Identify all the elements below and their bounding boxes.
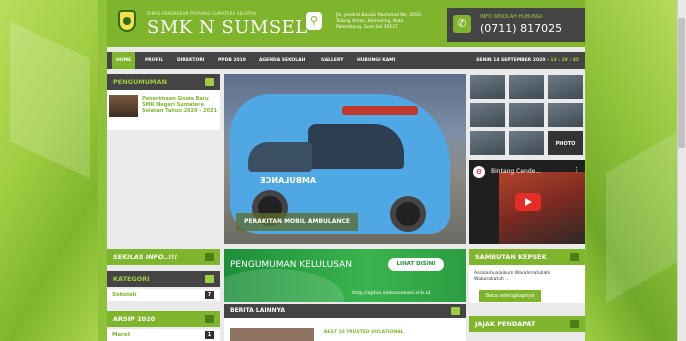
gallery-thumb[interactable]	[508, 74, 545, 100]
scrollbar[interactable]	[677, 0, 686, 341]
kategori-title: KATEGORI	[113, 275, 150, 283]
kelulusan-banner[interactable]: PENGUMUMAN KELULUSAN LIHAT DISINI http:/…	[224, 249, 466, 302]
school-logo-icon[interactable]	[118, 10, 136, 32]
sambutan-text: Assalamualaikum Warahmatullahi Wabarakat…	[474, 271, 551, 282]
image-slider[interactable]: AMBULANCE PERAKITAN MOBIL AMBULANCE	[224, 74, 466, 244]
scrollbar-thumb[interactable]	[678, 18, 685, 148]
kelulusan-title: PENGUMUMAN KELULUSAN	[230, 260, 352, 270]
header: DINAS PENDIDIKAN PROVINSI SUMATERA SELAT…	[107, 0, 585, 47]
school-name[interactable]: SMK N SUMSEL	[147, 17, 308, 38]
nav-item-hubungi[interactable]: HUBUNGI KAMI	[357, 52, 395, 69]
background-right	[586, 0, 686, 341]
berita-header: BERITA LAINNYA	[224, 304, 466, 318]
gallery-thumb[interactable]	[469, 130, 506, 156]
info-contact-box: ✆ INFO SEKOLAH HUBUNGI (0711) 817025	[447, 8, 585, 42]
announcement-icon	[205, 78, 214, 86]
arsip-item[interactable]: Maret 1	[107, 329, 220, 341]
van-windshield	[248, 142, 312, 172]
gallery-thumb[interactable]	[469, 102, 506, 128]
channel-logo-icon[interactable]: ⚙	[473, 166, 485, 178]
poll-icon	[570, 320, 579, 328]
play-icon[interactable]	[515, 193, 541, 211]
nav-item-agenda[interactable]: AGENDA SEKOLAH	[259, 52, 305, 69]
ambulance-label: AMBULANCE	[260, 176, 317, 185]
nav-item-ppdb[interactable]: PPDB 2019	[218, 52, 246, 69]
arsip-title: ARSIP 2020	[113, 315, 156, 323]
sekilas-title: SEKILAS INFO..!!!	[113, 253, 178, 261]
clock-time: 13 : 29 : 45	[550, 58, 579, 63]
announcement-thumbnail[interactable]	[109, 95, 138, 117]
siren-lightbar	[342, 106, 418, 115]
kategori-count: 7	[205, 291, 214, 299]
info-title: INFO SEKOLAH HUBUNGI	[480, 14, 543, 20]
info-icon	[205, 253, 214, 261]
video-menu-icon[interactable]: ⋮	[573, 166, 580, 174]
berita-item-title[interactable]: BEST 10 TRUSTED VOCATIONAL	[324, 330, 403, 336]
left-sidebar: PENGUMUMAN Penerimaan Siswa Baru SMK Neg…	[107, 74, 220, 341]
current-date: SENIN 14 SEPTEMBER 2020 - 13 : 29 : 45	[476, 52, 579, 69]
sekilas-header: SEKILAS INFO..!!!	[107, 249, 220, 265]
sambutan-title: SAMBUTAN KEPSEK	[475, 253, 547, 261]
video-player[interactable]: ⚙ Bintang Cende... ⋮	[469, 160, 585, 244]
kategori-header: KATEGORI	[107, 271, 220, 287]
nav-item-home[interactable]: HOME	[112, 52, 136, 69]
arsip-item-label[interactable]: Maret	[112, 332, 130, 338]
news-icon	[451, 307, 460, 315]
gallery-thumb[interactable]	[508, 102, 545, 128]
date-text: SENIN 14 SEPTEMBER 2020 -	[476, 58, 551, 63]
nav-item-gallery[interactable]: GALLERY	[321, 52, 343, 69]
photo-gallery: PHOTO	[469, 74, 585, 158]
photo-label[interactable]: PHOTO	[547, 130, 584, 156]
location-pin-icon: ⚲	[306, 12, 322, 30]
video-title[interactable]: Bintang Cende...	[491, 168, 541, 175]
folder-icon	[205, 315, 214, 323]
pengumuman-header: PENGUMUMAN	[107, 74, 220, 90]
gallery-thumb[interactable]	[547, 74, 584, 100]
arsip-count: 1	[205, 331, 214, 339]
phone-icon: ✆	[453, 15, 471, 33]
slider-caption[interactable]: PERAKITAN MOBIL AMBULANCE	[236, 213, 358, 231]
main-nav: HOME PROFIL DIREKTORI PPDB 2019 AGENDA S…	[107, 52, 585, 69]
page: DINAS PENDIDIKAN PROVINSI SUMATERA SELAT…	[107, 0, 585, 341]
pengumuman-title: PENGUMUMAN	[113, 78, 167, 86]
announcement-link[interactable]: Penerimaan Siswa Baru SMK Negeri Sumater…	[142, 96, 218, 114]
announcement-item[interactable]: Penerimaan Siswa Baru SMK Negeri Sumater…	[107, 90, 220, 130]
wheel-rear	[390, 196, 426, 232]
berita-title: BERITA LAINNYA	[230, 307, 286, 314]
jajak-box: JAJAK PENDAPAT	[469, 316, 585, 341]
kategori-item[interactable]: Sekolah 7	[107, 289, 220, 301]
school-address: Jln. Jendral Basuki Rachmad No. 2050, Ta…	[336, 13, 423, 30]
gallery-thumb[interactable]	[508, 130, 545, 156]
background-left	[0, 0, 98, 341]
lihat-disini-button[interactable]: LIHAT DISINI	[388, 258, 444, 271]
folder-icon	[205, 275, 214, 283]
baca-selengkapnya-button[interactable]: Baca selengkapnya	[479, 290, 541, 302]
berita-thumbnail[interactable]	[230, 328, 314, 341]
sambutan-box: SAMBUTAN KEPSEK Assalamualaikum Warahmat…	[469, 249, 585, 303]
sambutan-header: SAMBUTAN KEPSEK	[469, 249, 585, 265]
arsip-header: ARSIP 2020	[107, 311, 220, 327]
nav-item-profil[interactable]: PROFIL	[145, 52, 163, 69]
nav-item-direktori[interactable]: DIREKTORI	[177, 52, 204, 69]
jajak-title: JAJAK PENDAPAT	[475, 320, 536, 328]
gallery-thumb[interactable]	[469, 74, 506, 100]
van-window	[308, 124, 404, 169]
microphone-icon	[570, 253, 579, 261]
phone-number[interactable]: (0711) 817025	[480, 22, 562, 35]
berita-list: BEST 10 TRUSTED VOCATIONAL	[224, 318, 466, 341]
kategori-item-label[interactable]: Sekolah	[112, 292, 137, 298]
dinas-label: DINAS PENDIDIKAN PROVINSI SUMATERA SELAT…	[147, 11, 256, 16]
gallery-thumb[interactable]	[547, 102, 584, 128]
video-thumbnail	[499, 172, 585, 244]
kelulusan-url[interactable]: http://aplus.smknsumsel.sch.id	[352, 290, 430, 296]
jajak-header: JAJAK PENDAPAT	[469, 316, 585, 332]
